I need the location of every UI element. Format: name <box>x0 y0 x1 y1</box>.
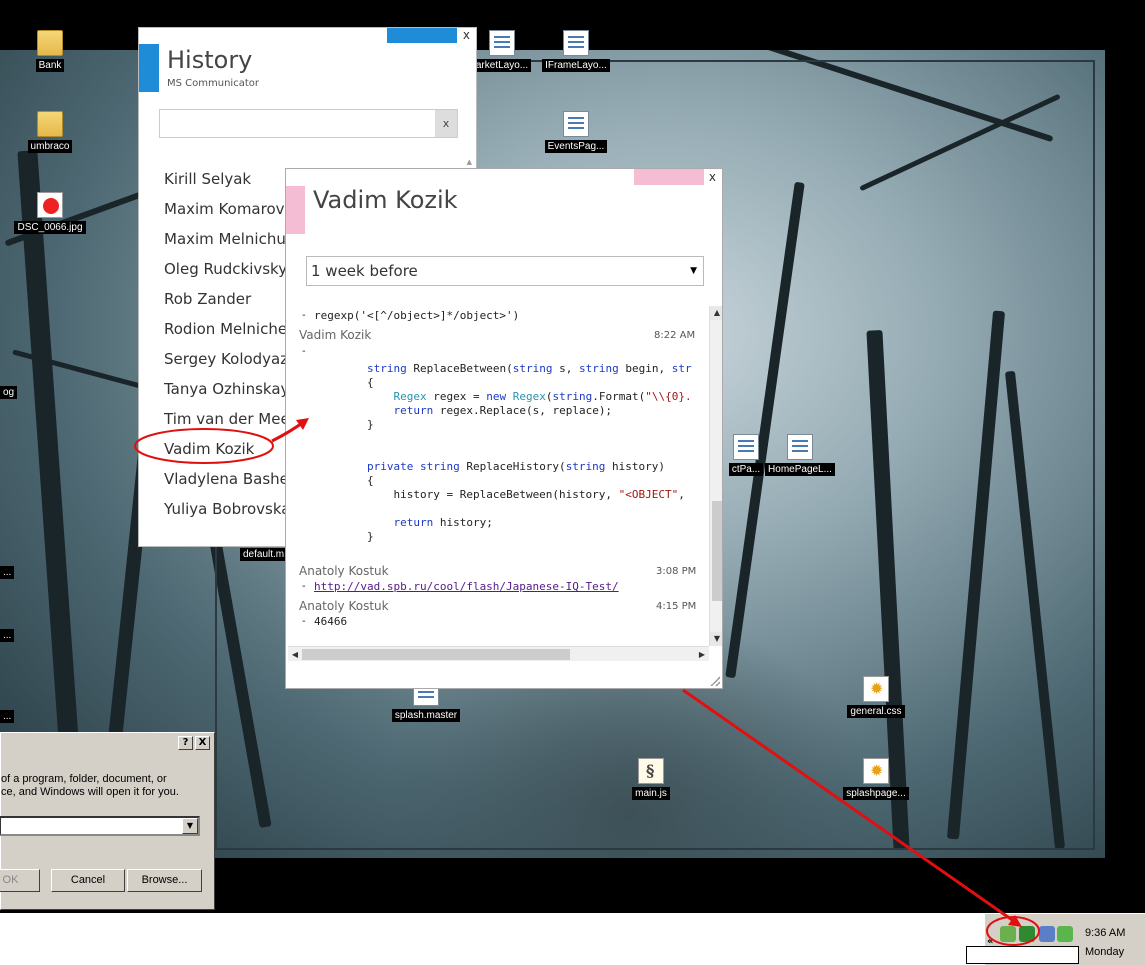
desktop-icon-label: IFrameLayo... <box>542 59 610 72</box>
message-time: 4:15 PM <box>656 601 697 612</box>
scroll-left-icon[interactable]: ◀ <box>288 647 302 662</box>
message-sender: Vadim Kozik <box>299 328 372 342</box>
code-block: string ReplaceBetween(string s, string b… <box>367 362 692 543</box>
desktop-icon-label-partial[interactable]: ... <box>0 566 15 579</box>
code-line: string ReplaceBetween(string s, string b… <box>367 362 692 375</box>
document-icon <box>489 30 515 56</box>
script-icon <box>638 758 664 784</box>
desktop-icon-label: main.js <box>632 787 670 800</box>
desktop-icon-label-partial[interactable]: ... <box>0 710 15 723</box>
document-icon <box>563 30 589 56</box>
close-button[interactable]: X <box>195 736 210 750</box>
message-area: - regexp('<[^/object>]*/object>') Vadim … <box>288 306 709 646</box>
conversation-title: Vadim Kozik <box>313 186 458 214</box>
chevron-down-icon[interactable]: ▼ <box>182 818 198 834</box>
ok-button[interactable]: OK <box>0 869 40 892</box>
desktop-icon-label: splashpage... <box>843 787 909 800</box>
desktop-icon-bank[interactable]: Bank <box>10 30 90 72</box>
scrollbar-thumb[interactable] <box>712 501 722 601</box>
vertical-scrollbar[interactable]: ▲ ▼ <box>709 306 722 646</box>
message-link[interactable]: http://vad.spb.ru/cool/flash/Japanese-IQ… <box>314 580 619 593</box>
desktop-icon-homepagelayout[interactable]: HomePageL... <box>760 434 840 476</box>
tree-trunk <box>17 150 83 800</box>
desktop-icon-general-css[interactable]: general.css <box>836 676 916 718</box>
message-time: 8:22 AM <box>654 330 696 341</box>
contact-search-input[interactable] <box>160 110 430 137</box>
desktop-icon-label: Bank <box>35 59 65 72</box>
history-subtitle: MS Communicator <box>167 78 259 89</box>
desktop-icon-label: EventsPag... <box>544 140 608 153</box>
conversation-close-button[interactable]: x <box>709 170 716 184</box>
desktop-icon-dsc-0066[interactable]: DSC_0066.jpg <box>10 192 90 234</box>
desktop-icon-splashpage[interactable]: splashpage... <box>836 758 916 800</box>
communicator-icon[interactable] <box>1019 926 1035 942</box>
message-bullet: - <box>302 581 306 592</box>
history-accent-block <box>139 44 159 92</box>
run-command-input[interactable]: ▼ <box>0 816 200 836</box>
scroll-right-icon[interactable]: ▶ <box>695 647 709 662</box>
help-button[interactable]: ? <box>178 736 193 750</box>
desktop-icon-default-master[interactable]: default.m <box>240 548 288 561</box>
desktop-icon-label: ctPa... <box>728 463 764 476</box>
scroll-up-icon[interactable]: ▲ <box>710 306 722 320</box>
taskbar <box>0 913 985 965</box>
message-text: regexp('<[^/object>]*/object>') <box>314 309 520 322</box>
desktop-icon-label-partial[interactable]: ... <box>0 629 15 642</box>
period-select-value: 1 week before <box>311 262 418 280</box>
desktop-icon-label: DSC_0066.jpg <box>14 221 86 234</box>
stylesheet-icon <box>863 758 889 784</box>
desktop-icon-label: splash.master <box>391 709 461 722</box>
desktop-icon-iframelayout[interactable]: IFrameLayo... <box>536 30 616 72</box>
cancel-button[interactable]: Cancel <box>51 869 125 892</box>
tooltip-box <box>966 946 1079 964</box>
network-icon[interactable] <box>1000 926 1016 942</box>
desktop-icon-eventspage[interactable]: EventsPag... <box>536 111 616 153</box>
period-select[interactable]: 1 week before ▼ <box>306 256 704 286</box>
history-accent-bar <box>387 28 457 43</box>
conversation-accent-block <box>286 186 305 234</box>
document-icon <box>733 434 759 460</box>
run-dialog: ? X of a program, folder, document, or c… <box>0 732 215 910</box>
history-title: History <box>167 46 253 74</box>
conversation-accent-bar <box>634 169 704 185</box>
scrollbar-thumb[interactable] <box>302 649 570 660</box>
desktop-icon-main-js[interactable]: main.js <box>611 758 691 800</box>
security-icon[interactable] <box>1057 926 1073 942</box>
sync-icon[interactable] <box>1039 926 1055 942</box>
message-bullet: - <box>302 310 306 321</box>
desktop-icon-umbraco[interactable]: umbraco <box>10 111 90 153</box>
clear-search-button[interactable]: x <box>435 110 457 137</box>
clock-day: Monday <box>1085 946 1125 958</box>
browse-button[interactable]: Browse... <box>127 869 202 892</box>
stylesheet-icon <box>863 676 889 702</box>
history-search: x <box>159 109 458 138</box>
message-bullet: - <box>302 616 306 627</box>
horizontal-scrollbar[interactable]: ◀ ▶ <box>288 646 709 661</box>
conversation-window: x Vadim Kozik 1 week before ▼ - regexp('… <box>285 168 723 689</box>
image-file-icon <box>37 192 63 218</box>
dropdown-arrow-icon: ▼ <box>690 266 697 276</box>
document-icon <box>787 434 813 460</box>
screen: Bank umbraco DSC_0066.jpg arketLayo... I… <box>0 0 1145 965</box>
message-bullet: - <box>302 346 306 357</box>
clock-time[interactable]: 9:36 AM <box>1085 927 1125 939</box>
desktop-icon-label: HomePageL... <box>765 463 835 476</box>
resize-grip-icon[interactable] <box>710 676 720 686</box>
message-sender: Anatoly Kostuk <box>299 599 389 613</box>
scroll-down-icon[interactable]: ▼ <box>710 632 722 646</box>
history-close-button[interactable]: x <box>463 28 470 42</box>
desktop-icon-label-partial[interactable]: og <box>0 386 18 399</box>
desktop-icon-label: arketLayo... <box>472 59 532 72</box>
desktop-icon-label: general.css <box>847 705 905 718</box>
folder-icon <box>37 111 63 137</box>
document-icon <box>563 111 589 137</box>
run-dialog-description: of a program, folder, document, or ce, a… <box>1 773 179 798</box>
message-sender: Anatoly Kostuk <box>299 564 389 578</box>
folder-icon <box>37 30 63 56</box>
desktop-icon-label: umbraco <box>27 140 73 153</box>
message-text: 46466 <box>314 615 348 628</box>
message-time: 3:08 PM <box>656 566 697 577</box>
